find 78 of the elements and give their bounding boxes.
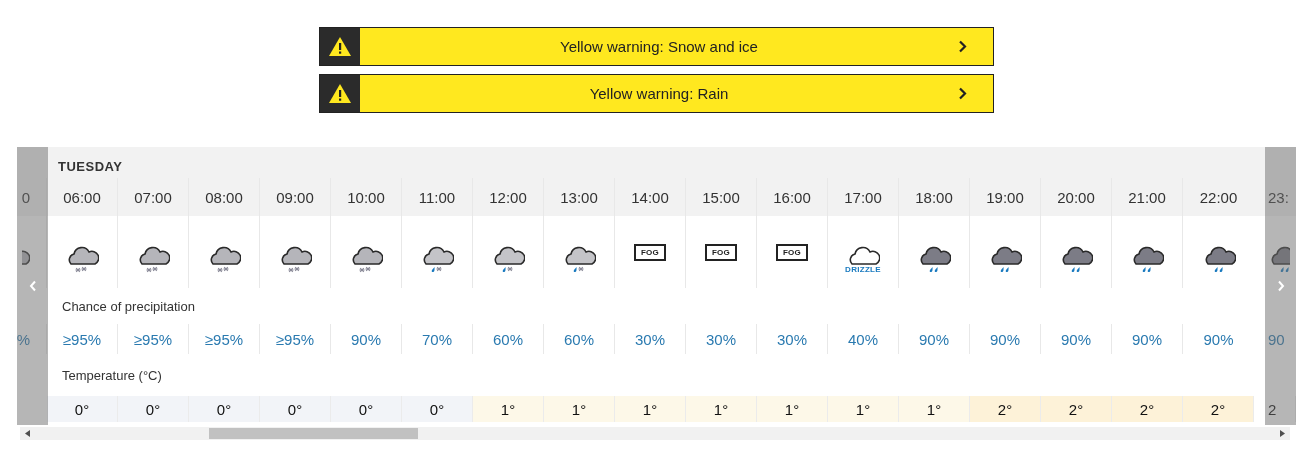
hour-label: 07:00 — [134, 188, 172, 206]
precipitation-value: 90% — [351, 330, 381, 348]
precipitation-value: ≥95% — [204, 330, 244, 348]
chevron-icon — [958, 40, 967, 53]
warning-icon — [328, 36, 352, 57]
precipitation-heading: Chance of precipitation — [62, 298, 195, 314]
precipitation-value: 90% — [1132, 330, 1162, 348]
warning-icon — [328, 83, 352, 104]
temperature-cell: 1° — [544, 396, 615, 422]
temperature-cell: 1° — [473, 396, 544, 422]
hour-label: 19:00 — [986, 188, 1024, 206]
hour-label: 13:00 — [560, 188, 598, 206]
precipitation-value: 90% — [1061, 330, 1091, 348]
drizzle-label: DRIZZLE — [845, 265, 881, 274]
precipitation-value: ≥95% — [62, 330, 102, 348]
fog-sign: FOG — [775, 244, 809, 261]
precipitation-value: 30% — [706, 330, 736, 348]
hour-label: 08:00 — [205, 188, 243, 206]
precipitation-value: % — [17, 330, 30, 348]
temperature-cell: 0° — [260, 396, 331, 422]
precipitation-value: 90% — [919, 330, 949, 348]
fog-sign: FOG — [704, 244, 738, 261]
day-heading: TUESDAY — [58, 159, 123, 174]
scroll-right-arrow-icon — [1280, 430, 1285, 437]
precipitation-value: ≥95% — [275, 330, 315, 348]
temperature-cell: 0° — [47, 396, 118, 422]
hour-label: 16:00 — [773, 188, 811, 206]
temperature-cell: 0° — [118, 396, 189, 422]
hour-label: 17:00 — [844, 188, 882, 206]
chevron-left-icon — [28, 280, 37, 292]
precipitation-value: 60% — [564, 330, 594, 348]
temperature-cell: 2° — [1041, 396, 1112, 422]
hour-label: 18:00 — [915, 188, 953, 206]
precipitation-value: 60% — [493, 330, 523, 348]
temperature-heading: Temperature (°C) — [62, 367, 162, 383]
precipitation-value: 30% — [635, 330, 665, 348]
hour-label: 06:00 — [63, 188, 101, 206]
chevron-right-icon — [1276, 280, 1285, 292]
temperature-cell: 1° — [899, 396, 970, 422]
precipitation-value: 40% — [848, 330, 878, 348]
hour-label: 11:00 — [418, 188, 456, 206]
warning-text: Yellow warning: Snow and ice — [559, 38, 759, 55]
scrollbar-thumb[interactable] — [209, 428, 418, 439]
precipitation-value: 70% — [422, 330, 452, 348]
hour-label: 21:00 — [1128, 188, 1166, 206]
scroll-left-arrow-icon — [25, 430, 30, 437]
hour-label: 09:00 — [276, 188, 314, 206]
hour-label: 10:00 — [347, 188, 385, 206]
horizontal-scrollbar[interactable] — [20, 427, 1290, 440]
temperature-cell: 0° — [189, 396, 260, 422]
hour-label: 20:00 — [1057, 188, 1095, 206]
temperature-cell: 1° — [615, 396, 686, 422]
precipitation-value: 90% — [1203, 330, 1234, 348]
temperature-cell: 0° — [402, 396, 473, 422]
warning-banner[interactable]: Yellow warning: Rain — [319, 74, 994, 113]
hour-label: 22:00 — [1199, 188, 1238, 206]
precipitation-value: 90 — [1268, 330, 1285, 348]
temperature-cell: 2° — [1112, 396, 1183, 422]
chevron-icon — [958, 87, 967, 100]
hour-label: 23: — [1268, 188, 1289, 206]
warning-banner[interactable]: Yellow warning: Snow and ice — [319, 27, 994, 66]
temperature-cell: 1° — [757, 396, 828, 422]
temperature-cell: 1° — [828, 396, 899, 422]
scroll-right-button[interactable] — [1265, 147, 1296, 425]
warning-text: Yellow warning: Rain — [588, 85, 730, 102]
hour-label: 12:00 — [489, 188, 527, 206]
hour-label: 14:00 — [631, 188, 669, 206]
temperature-cell: 0° — [331, 396, 402, 422]
scroll-left-button[interactable] — [17, 147, 48, 425]
temperature-cell: 2° — [970, 396, 1041, 422]
precipitation-value: ≥95% — [133, 330, 173, 348]
hour-label: 0 — [21, 188, 30, 206]
fog-sign: FOG — [633, 244, 667, 261]
temperature-cell: 2° — [1183, 396, 1254, 422]
hour-label: 15:00 — [702, 188, 740, 206]
precipitation-value: 30% — [777, 330, 807, 348]
precipitation-value: 90% — [990, 330, 1020, 348]
temperature-cell: 1° — [686, 396, 757, 422]
